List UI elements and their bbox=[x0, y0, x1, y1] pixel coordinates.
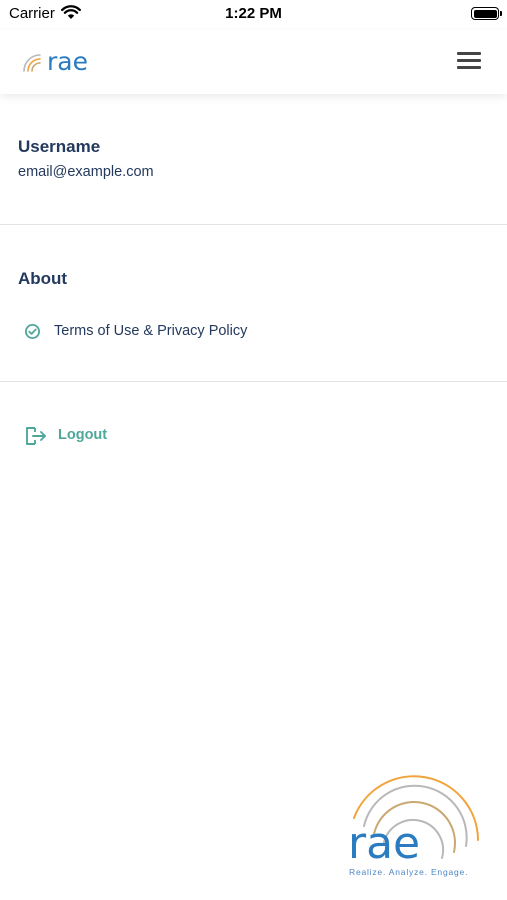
status-bar: Carrier 1:22 PM bbox=[0, 0, 507, 30]
username-label: Username bbox=[18, 137, 101, 156]
clock: 1:22 PM bbox=[225, 5, 282, 22]
footer-tagline: Realize. Analyze. Engage. bbox=[349, 867, 469, 877]
logout-button[interactable]: Logout bbox=[18, 422, 138, 450]
footer-logo-text: rae bbox=[348, 818, 420, 869]
check-circle-icon bbox=[25, 324, 40, 339]
rae-logo: rae bbox=[23, 47, 88, 74]
profile-section: Username email@example.com bbox=[0, 94, 507, 225]
terms-privacy-label: Terms of Use & Privacy Policy bbox=[54, 323, 248, 339]
about-section: About Terms of Use & Privacy Policy bbox=[0, 225, 507, 382]
about-title: About bbox=[18, 269, 68, 288]
header-logo-text: rae bbox=[47, 47, 88, 74]
menu-button[interactable] bbox=[452, 49, 486, 73]
hamburger-menu-icon bbox=[457, 52, 481, 55]
terms-privacy-link[interactable]: Terms of Use & Privacy Policy bbox=[18, 319, 278, 345]
logout-icon bbox=[26, 427, 46, 445]
battery-icon bbox=[471, 7, 502, 20]
email-text: email@example.com bbox=[18, 164, 154, 180]
logout-label: Logout bbox=[58, 427, 108, 443]
footer-rae-logo: rae bbox=[348, 775, 479, 869]
app-header: rae bbox=[0, 30, 507, 94]
